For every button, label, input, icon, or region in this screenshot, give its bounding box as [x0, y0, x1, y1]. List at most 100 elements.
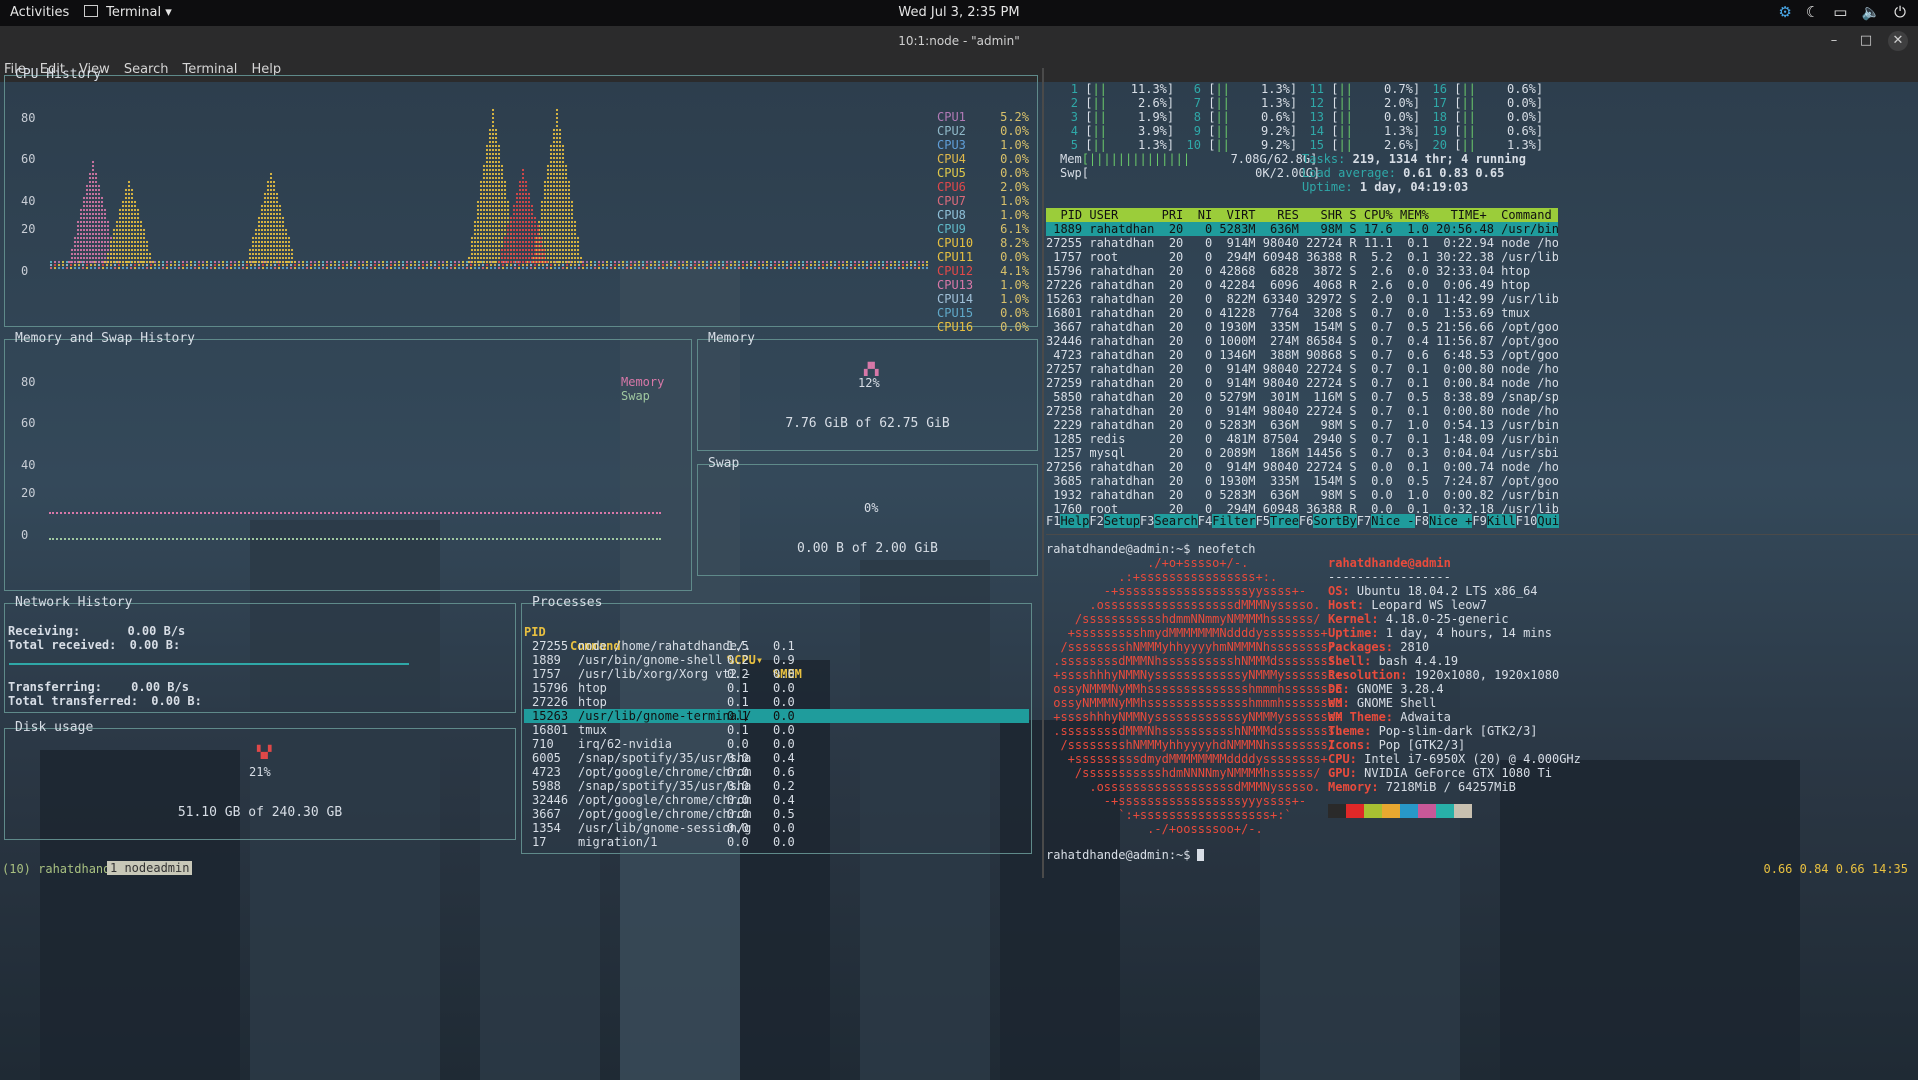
table-row[interactable]: 3667/opt/google/chrome/chrom 0.0 0.5 — [524, 807, 1029, 821]
cpu-history-point — [500, 252, 504, 256]
cpu-history-point — [275, 232, 279, 236]
cpu-history-point — [546, 252, 550, 256]
cpu-history-point — [561, 148, 565, 152]
cpu-history-point — [482, 248, 486, 252]
cpu-history-point — [517, 266, 521, 270]
htop-process-row[interactable]: 5850 rahatdhan 20 0 5279M 301M 116M S 0.… — [1046, 390, 1558, 404]
minimize-icon[interactable]: – — [1824, 31, 1844, 51]
htop-process-row[interactable]: 3667 rahatdhan 20 0 1930M 335M 154M S 0.… — [1046, 320, 1558, 334]
cpu-history-point — [491, 188, 495, 192]
table-row[interactable]: 15796 htop 0.1 0.0 — [524, 681, 1029, 695]
htop-process-row[interactable]: 3685 rahatdhan 20 0 1930M 335M 154M S 0.… — [1046, 474, 1558, 488]
function-key-label[interactable]: Tree — [1270, 514, 1299, 528]
settings-cog-icon[interactable]: ⚙ — [1778, 3, 1791, 21]
table-row[interactable]: 4723/opt/google/chrome/chrom 0.0 0.6 — [524, 765, 1029, 779]
htop-process-row[interactable]: 27255 rahatdhan 20 0 914M 98040 22724 R … — [1046, 236, 1558, 250]
htop-process-row[interactable]: 32446 rahatdhan 20 0 1000M 274M 86584 S … — [1046, 334, 1558, 348]
function-key-label[interactable]: Setup — [1103, 514, 1140, 528]
table-row[interactable]: 6005/snap/spotify/35/usr/sha 0.0 0.4 — [524, 751, 1029, 765]
htop-process-row[interactable]: 15796 rahatdhan 20 0 42868 6828 3872 S 2… — [1046, 264, 1558, 278]
function-key-label[interactable]: Qui — [1537, 514, 1560, 528]
function-key-label[interactable]: Kill — [1486, 514, 1516, 528]
y-tick: 80 — [21, 375, 36, 389]
night-light-icon[interactable]: ☾ — [1806, 3, 1819, 21]
col-pid[interactable]: PID — [524, 625, 546, 639]
function-key-label[interactable]: Search — [1154, 514, 1198, 528]
window-titlebar[interactable]: 10:1:node - "admin" – □ ✕ — [0, 26, 1918, 56]
pane-divider[interactable] — [1046, 534, 1918, 535]
function-key[interactable]: F6 — [1299, 514, 1313, 528]
cpu-history-point — [524, 200, 528, 204]
function-key[interactable]: F10 — [1516, 514, 1538, 528]
maximize-icon[interactable]: □ — [1856, 31, 1876, 51]
cpu-history-point — [549, 263, 553, 267]
table-row[interactable]: 16801 tmux 0.1 0.0 — [524, 723, 1029, 737]
table-row[interactable]: 32446/opt/google/chrome/chrom 0.0 0.4 — [524, 793, 1029, 807]
htop-process-row[interactable]: 1285 redis 20 0 481M 87504 2940 S 0.7 0.… — [1046, 432, 1558, 446]
function-key-label[interactable]: SortBy — [1313, 514, 1357, 528]
htop-process-row[interactable]: 1889 rahatdhan 20 0 5283M 636M 98M S 17.… — [1046, 222, 1558, 236]
htop-process-row[interactable]: 27226 rahatdhan 20 0 42284 6096 4068 R 2… — [1046, 278, 1558, 292]
table-row[interactable]: 27226 htop 0.1 0.0 — [524, 695, 1029, 709]
htop-process-row[interactable]: 15263 rahatdhan 20 0 822M 63340 32972 S … — [1046, 292, 1558, 306]
htop-process-row[interactable]: 27257 rahatdhan 20 0 914M 98040 22724 S … — [1046, 362, 1558, 376]
function-key[interactable]: F8 — [1415, 514, 1429, 528]
cpu-history-point — [73, 244, 77, 248]
cpu-history-point — [645, 260, 649, 264]
function-key[interactable]: F9 — [1472, 514, 1486, 528]
cpu-history-point — [482, 256, 486, 260]
cpu-history-point — [85, 224, 89, 228]
htop-process-row[interactable]: 2229 rahatdhan 20 0 5283M 636M 98M S 0.7… — [1046, 418, 1558, 432]
htop-process-row[interactable]: 1932 rahatdhan 20 0 5283M 636M 98M S 0.0… — [1046, 488, 1558, 502]
table-row[interactable]: 1889/usr/bin/gnome-shell 0.2 0.9 — [524, 653, 1029, 667]
cpu-history-point — [287, 260, 291, 264]
function-key[interactable]: F7 — [1357, 514, 1371, 528]
function-key-label[interactable]: Filter — [1212, 514, 1256, 528]
table-row[interactable]: 27255 node /home/rahatdhande/. 1.5 0.1 — [524, 639, 1029, 653]
function-key-label[interactable]: Nice - — [1371, 514, 1415, 528]
table-row[interactable]: 1354/usr/lib/gnome-session/g 0.0 0.0 — [524, 821, 1029, 835]
htop-process-row[interactable]: 1257 mysql 20 0 2089M 186M 14456 S 0.7 0… — [1046, 446, 1558, 460]
table-row[interactable]: 5988/snap/spotify/35/usr/sha 0.0 0.2 — [524, 779, 1029, 793]
cpu-history-point — [133, 266, 137, 270]
volume-icon[interactable]: 🔈 — [1861, 3, 1880, 21]
screen-icon[interactable]: ▭ — [1833, 3, 1847, 21]
function-key[interactable]: F5 — [1256, 514, 1270, 528]
clock[interactable]: Wed Jul 3, 2:35 PM — [0, 5, 1918, 20]
function-key[interactable]: F1 — [1046, 514, 1060, 528]
cpu-history-point — [921, 263, 925, 267]
htop-column-header[interactable]: PID USER PRI NI VIRT RES SHR S CPU% MEM%… — [1046, 208, 1558, 222]
cpu-history-point — [118, 216, 122, 220]
htop-process-row[interactable]: 27259 rahatdhan 20 0 914M 98040 22724 S … — [1046, 376, 1558, 390]
htop-process-row[interactable]: 16801 rahatdhan 20 0 41228 7764 3208 S 0… — [1046, 306, 1558, 320]
function-key-label[interactable]: Nice + — [1429, 514, 1473, 528]
function-key[interactable]: F4 — [1198, 514, 1212, 528]
function-key-label[interactable]: Help — [1060, 514, 1090, 528]
cpu-history-point — [91, 216, 95, 220]
neofetch-pane[interactable]: rahatdhande@admin:~$ neofetch ./+o+sssso… — [1046, 540, 1918, 862]
palette-swatch — [1454, 804, 1472, 818]
htop-process-row[interactable]: 1757 root 20 0 294M 60948 36388 R 5.2 0.… — [1046, 250, 1558, 264]
cpu-history-point — [494, 140, 498, 144]
cpu-history-point — [130, 260, 134, 264]
cpu-history-point — [248, 256, 252, 260]
cpu-history-point — [157, 263, 161, 267]
power-icon[interactable]: ⏻ — [1894, 3, 1906, 21]
close-icon[interactable]: ✕ — [1888, 31, 1908, 51]
table-row[interactable]: 1757/usr/lib/xorg/Xorg vt2 -0.2 0.0 — [524, 667, 1029, 681]
function-key[interactable]: F2 — [1089, 514, 1103, 528]
table-row[interactable]: 17 migration/1 0.0 0.0 — [524, 835, 1029, 849]
htop-process-row[interactable]: 27256 rahatdhan 20 0 914M 98040 22724 S … — [1046, 460, 1558, 474]
cpu-history-point — [555, 140, 559, 144]
cpu-history-point — [527, 240, 531, 244]
cpu-history-point — [561, 228, 565, 232]
function-key[interactable]: F3 — [1140, 514, 1154, 528]
table-row[interactable]: 710 irq/62-nvidia 0.0 0.0 — [524, 737, 1029, 751]
table-row[interactable]: 15263/usr/lib/gnome-terminal/0.1 0.0 — [524, 709, 1029, 723]
tmux-window-tab[interactable]: 1 nodeadmin — [107, 861, 193, 875]
cpu-legend-row: CPU16 0.0% — [937, 320, 1029, 334]
pane-divider[interactable] — [1042, 68, 1044, 878]
cpu-history-point — [905, 266, 909, 270]
htop-process-row[interactable]: 4723 rahatdhan 20 0 1346M 388M 90868 S 0… — [1046, 348, 1558, 362]
htop-process-row[interactable]: 27258 rahatdhan 20 0 914M 98040 22724 S … — [1046, 404, 1558, 418]
